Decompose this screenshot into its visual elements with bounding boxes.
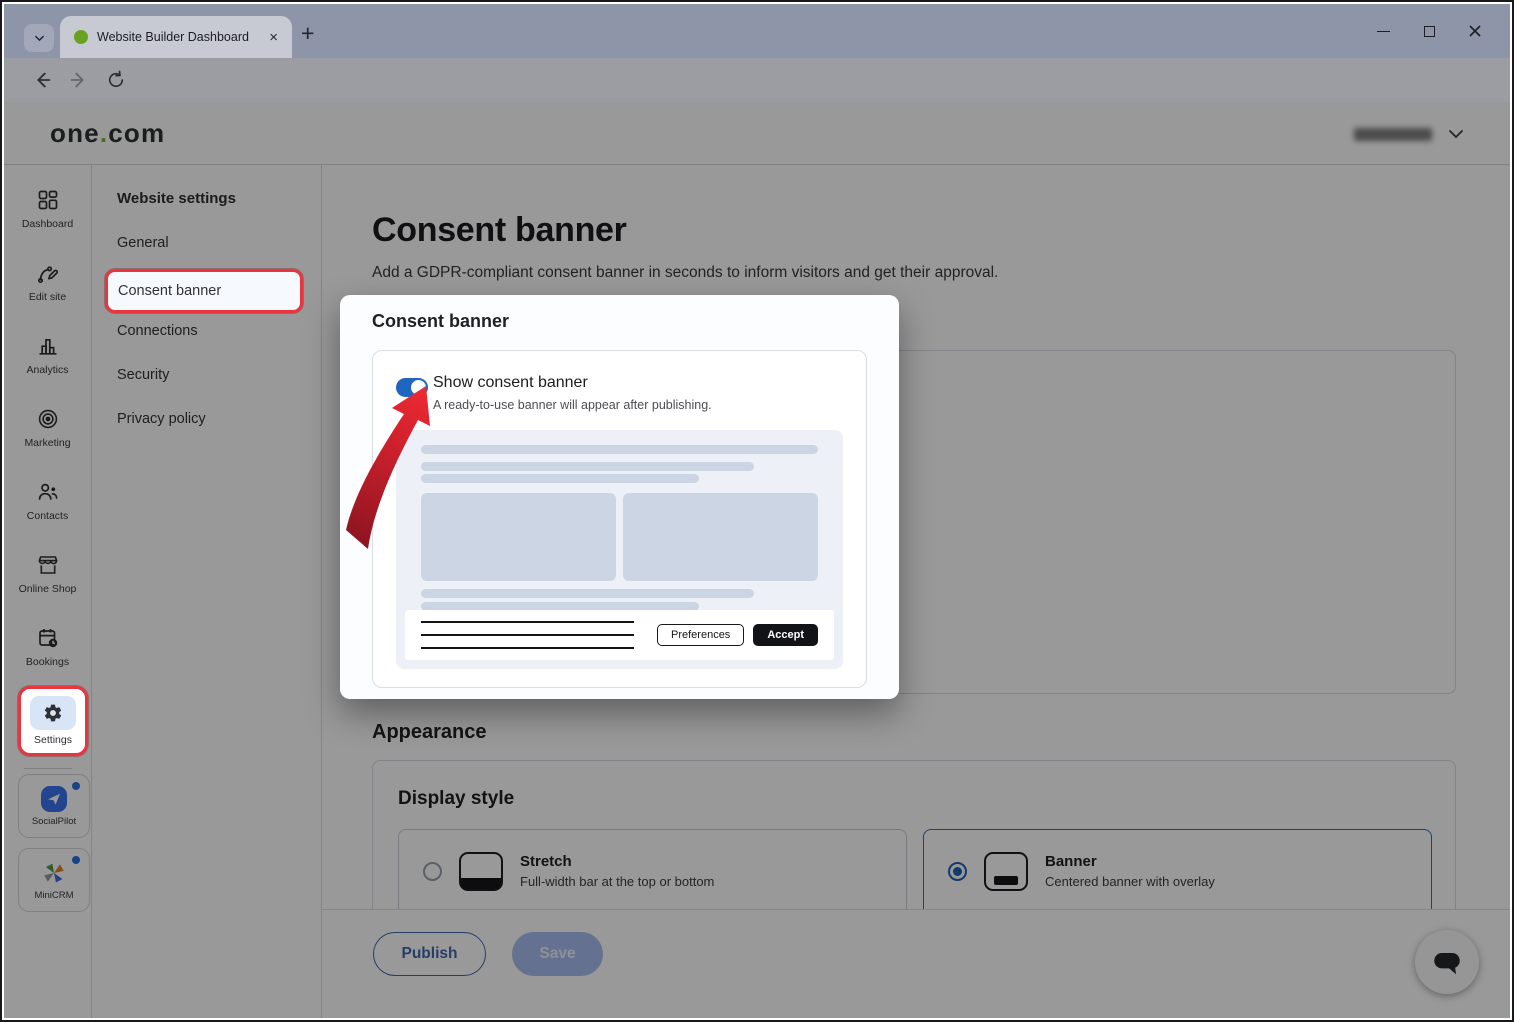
maximize-icon (1424, 26, 1435, 37)
gear-icon (43, 703, 63, 723)
skeleton-block (623, 493, 818, 581)
reload-button[interactable] (104, 68, 128, 92)
close-icon (1468, 24, 1482, 38)
modal-title: Consent banner (372, 311, 509, 332)
window-minimize-button[interactable] (1360, 4, 1406, 58)
nav-item-consent-banner-active[interactable]: Consent banner (105, 269, 303, 313)
arrow-left-icon (31, 69, 53, 91)
window-close-button[interactable] (1452, 4, 1498, 58)
arrow-right-icon (68, 69, 90, 91)
browser-titlebar: Website Builder Dashboard × + (4, 4, 1510, 58)
toggle-label: Show consent banner (433, 374, 588, 392)
window-maximize-button[interactable] (1406, 4, 1452, 58)
skeleton-line (421, 589, 754, 598)
reload-icon (106, 70, 126, 90)
new-tab-button[interactable]: + (301, 20, 314, 47)
skeleton-line (421, 462, 754, 471)
skeleton-line (421, 445, 818, 454)
tab-close-icon[interactable]: × (265, 29, 282, 46)
consent-bar-preview: Preferences Accept (405, 610, 834, 660)
browser-toolbar: websitebuilder.one.com/dashboard/setting… (4, 58, 1510, 102)
site-favicon (74, 30, 88, 44)
tab-title: Website Builder Dashboard (97, 30, 256, 44)
browser-tab[interactable]: Website Builder Dashboard × (60, 16, 292, 58)
accept-button[interactable]: Accept (753, 624, 818, 646)
skeleton-line (421, 474, 699, 483)
browser-window: Website Builder Dashboard × + webs (0, 0, 1514, 1022)
chevron-down-icon (33, 32, 46, 45)
consent-text-placeholder (421, 621, 634, 649)
tab-search-button[interactable] (24, 24, 54, 52)
red-arrow-annotation (332, 370, 452, 560)
minimize-icon (1377, 31, 1390, 32)
forward-button[interactable] (67, 68, 91, 92)
sidebar-item-settings[interactable]: Settings (18, 686, 88, 756)
settings-active-highlight (30, 696, 76, 730)
toggle-description: A ready-to-use banner will appear after … (433, 398, 712, 412)
banner-preview: Preferences Accept (396, 430, 843, 669)
back-button[interactable] (30, 68, 54, 92)
preferences-button[interactable]: Preferences (657, 624, 744, 646)
